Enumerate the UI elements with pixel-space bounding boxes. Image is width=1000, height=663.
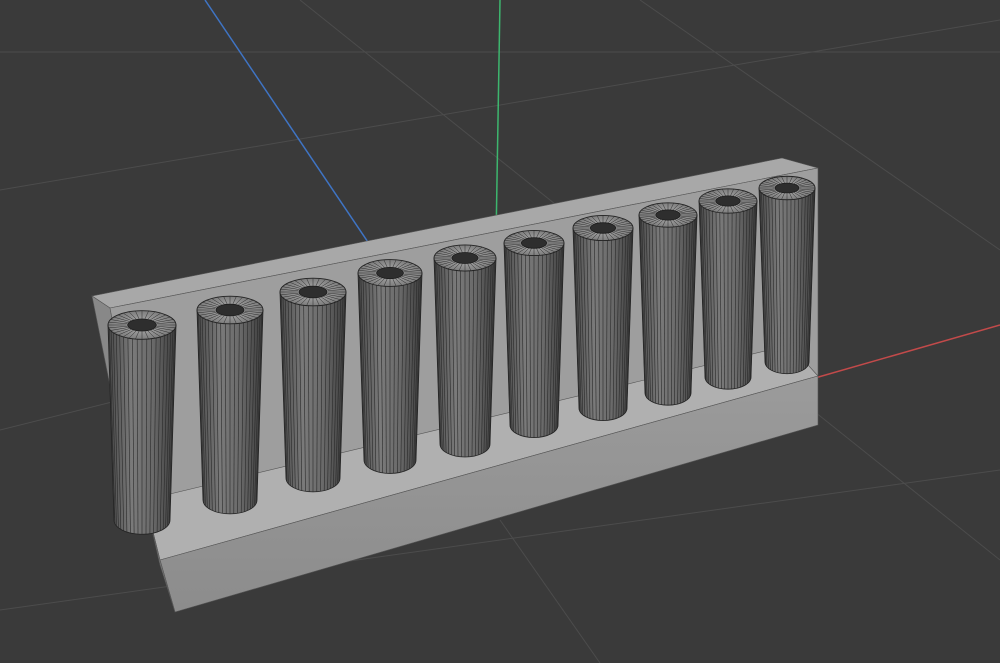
tube-hole — [127, 318, 157, 332]
tube-8[interactable] — [638, 202, 698, 406]
tube-10[interactable] — [758, 175, 816, 375]
tube-1[interactable] — [107, 310, 177, 535]
tube-hole — [590, 222, 617, 234]
tube-7[interactable] — [572, 214, 634, 421]
viewport-canvas[interactable] — [0, 0, 1000, 663]
tube-5[interactable] — [433, 244, 497, 458]
tube-4[interactable] — [357, 259, 423, 474]
tube-6[interactable] — [503, 229, 565, 438]
tube-3[interactable] — [279, 277, 347, 493]
3d-viewport[interactable] — [0, 0, 1000, 663]
tube-hole — [215, 303, 245, 317]
tube-hole — [655, 209, 681, 221]
tube-hole — [715, 195, 741, 207]
tube-hole — [451, 252, 479, 264]
tube-hole — [298, 285, 328, 299]
tube-hole — [774, 182, 800, 194]
tube-2[interactable] — [196, 295, 264, 515]
tube-hole — [376, 266, 404, 279]
tube-9[interactable] — [698, 188, 758, 390]
tube-hole — [521, 237, 548, 249]
